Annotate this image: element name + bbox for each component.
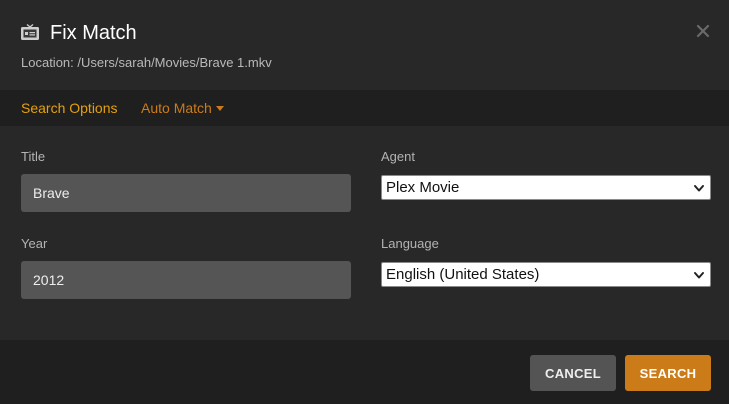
agent-select-value: Plex Movie [386,179,460,196]
title-label: Title [21,149,46,164]
agent-label: Agent [381,149,415,164]
caret-down-icon [215,105,224,111]
year-input[interactable] [21,261,351,299]
language-select-value: English (United States) [386,266,540,283]
chevron-down-icon [694,185,704,192]
agent-select[interactable]: Plex Movie [381,175,711,200]
tv-card-icon [21,24,39,40]
dialog-title: Fix Match [50,22,137,44]
tab-search-options[interactable]: Search Options [21,99,118,117]
language-select[interactable]: English (United States) [381,262,711,287]
tab-auto-match[interactable]: Auto Match [141,99,224,117]
tab-label: Search Options [21,100,118,116]
dialog-footer: CANCEL SEARCH [0,340,729,404]
cancel-button[interactable]: CANCEL [530,355,616,391]
title-input[interactable] [21,174,351,212]
search-button[interactable]: SEARCH [625,355,711,391]
tab-label: Auto Match [141,100,212,116]
file-location: Location: /Users/sarah/Movies/Brave 1.mk… [21,55,272,70]
tab-bar: Search Options Auto Match [0,90,729,126]
dialog-header: Fix Match Location: /Users/sarah/Movies/… [0,0,729,90]
language-label: Language [381,236,439,251]
chevron-down-icon [694,272,704,279]
close-icon[interactable] [695,23,711,39]
search-form: Title Year Agent Plex Movie Language Eng… [0,126,729,340]
fix-match-dialog: Fix Match Location: /Users/sarah/Movies/… [0,0,729,404]
year-label: Year [21,236,48,251]
